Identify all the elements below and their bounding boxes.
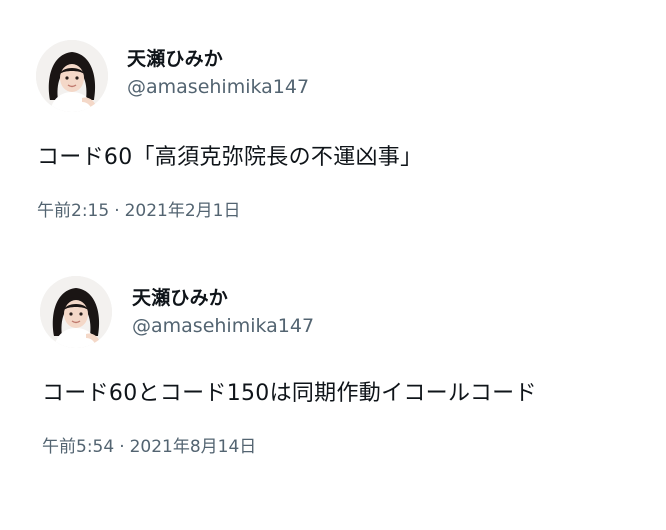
timestamp[interactable]: 午前5:54 · 2021年8月14日 bbox=[42, 432, 256, 457]
avatar-image bbox=[40, 276, 112, 348]
display-name[interactable]: 天瀬ひみか bbox=[132, 283, 228, 310]
timestamp[interactable]: 午前2:15 · 2021年2月1日 bbox=[37, 196, 241, 221]
tweet-date: 2021年2月1日 bbox=[124, 201, 241, 221]
avatar-image bbox=[36, 40, 108, 112]
tweet-text: コード60とコード150は同期作動イコールコード bbox=[42, 381, 537, 406]
avatar[interactable] bbox=[36, 40, 108, 112]
user-handle[interactable]: @amasehimika147 bbox=[132, 315, 314, 337]
tweet-date: 2021年8月14日 bbox=[129, 437, 257, 457]
avatar[interactable] bbox=[40, 276, 112, 348]
tweet-time: 午前5:54 bbox=[42, 437, 115, 457]
tweet-text: コード60「高須克弥院長の不運凶事」 bbox=[37, 145, 423, 170]
tweet-time: 午前2:15 bbox=[37, 201, 110, 221]
separator: · bbox=[119, 437, 125, 457]
separator: · bbox=[114, 201, 120, 221]
user-handle[interactable]: @amasehimika147 bbox=[127, 76, 309, 98]
display-name[interactable]: 天瀬ひみか bbox=[127, 44, 223, 71]
